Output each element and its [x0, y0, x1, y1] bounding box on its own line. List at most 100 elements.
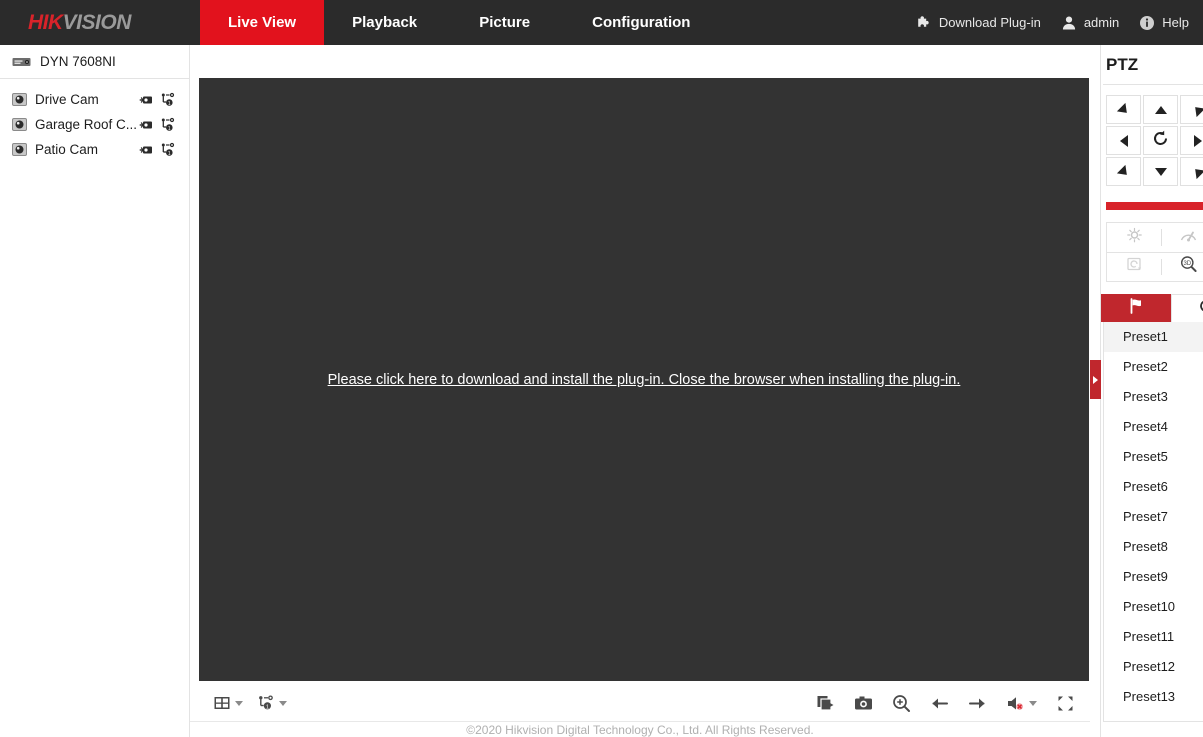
camera-actions: 1: [139, 92, 176, 108]
start-recording-icon[interactable]: [139, 142, 155, 158]
preset-item[interactable]: Preset5: [1104, 442, 1203, 472]
three-d-positioning-icon: 3D: [1179, 255, 1198, 279]
main-nav: Live View Playback Picture Configuration: [200, 0, 718, 45]
pan-left-button[interactable]: [1106, 126, 1141, 155]
arrow-down-icon: [1155, 168, 1167, 176]
light-button[interactable]: [1107, 223, 1161, 252]
arrow-up-icon: [1155, 106, 1167, 114]
chevron-down-icon[interactable]: [279, 701, 287, 706]
arrow-up-right-icon: [1190, 102, 1203, 116]
ptz-panel-collapse-handle[interactable]: [1090, 360, 1101, 399]
pan-down-right-button[interactable]: [1180, 157, 1203, 186]
preset-tab[interactable]: [1101, 294, 1171, 322]
auto-scan-button[interactable]: [1143, 126, 1178, 155]
lens-initialization-icon: [1126, 256, 1143, 278]
capture-snapshot-icon: [854, 694, 873, 713]
preset-item[interactable]: Preset9: [1104, 562, 1203, 592]
hikvision-logo: HIKVISION: [0, 0, 200, 45]
user-name-label: admin: [1084, 15, 1119, 30]
fullscreen-icon: [1056, 694, 1075, 713]
fullscreen-button[interactable]: [1056, 694, 1075, 713]
user-icon: [1061, 15, 1077, 31]
preset-item[interactable]: Preset12: [1104, 652, 1203, 682]
video-display-area[interactable]: Please click here to download and instal…: [199, 78, 1089, 681]
wiper-button[interactable]: [1161, 223, 1203, 252]
ptz-tools-row-1: [1107, 223, 1203, 252]
live-view-page: HIKVISION Live View Playback Picture Con…: [0, 0, 1203, 737]
user-menu-button[interactable]: admin: [1061, 15, 1119, 31]
camera-name-label: Drive Cam: [35, 92, 139, 107]
capture-status-icon[interactable]: 1: [160, 92, 176, 108]
start-recording-icon[interactable]: [139, 117, 155, 133]
chevron-down-icon[interactable]: [1029, 701, 1037, 706]
help-button[interactable]: Help: [1139, 15, 1189, 31]
chevron-down-icon[interactable]: [235, 701, 243, 706]
ptz-speed-slider[interactable]: [1101, 186, 1203, 210]
ptz-divider: [1103, 84, 1203, 85]
stream-type-button[interactable]: 1: [257, 694, 287, 712]
camera-dome-icon: [12, 142, 27, 157]
digital-zoom-button[interactable]: [892, 694, 911, 713]
pan-down-left-button[interactable]: [1106, 157, 1141, 186]
lens-initialization-button[interactable]: [1107, 253, 1161, 281]
preset-item[interactable]: Preset1: [1104, 322, 1203, 352]
audio-mute-button[interactable]: [1006, 694, 1037, 713]
preset-item[interactable]: Preset11: [1104, 622, 1203, 652]
download-plugin-button[interactable]: Download Plug-in: [916, 15, 1041, 31]
pan-up-button[interactable]: [1143, 95, 1178, 124]
start-all-live-view-icon: [816, 694, 835, 713]
tab-live-view[interactable]: Live View: [200, 0, 324, 45]
camera-list: Drive Cam 1 Garage Roof C...: [0, 79, 189, 162]
toolbar-right-group: [816, 694, 1075, 713]
preset-item[interactable]: Preset3: [1104, 382, 1203, 412]
tab-picture[interactable]: Picture: [445, 0, 564, 45]
previous-page-button[interactable]: [930, 694, 949, 713]
camera-item-drive-cam[interactable]: Drive Cam 1: [0, 87, 189, 112]
preset-item[interactable]: Preset13: [1104, 682, 1203, 712]
pan-right-button[interactable]: [1180, 126, 1203, 155]
patrol-tab[interactable]: [1171, 294, 1203, 322]
capture-status-icon[interactable]: 1: [160, 117, 176, 133]
capture-status-icon[interactable]: 1: [160, 142, 176, 158]
three-d-positioning-button[interactable]: 3D: [1161, 253, 1203, 281]
ptz-preset-tabs: [1101, 294, 1203, 322]
preset-item[interactable]: Preset8: [1104, 532, 1203, 562]
next-page-button[interactable]: [968, 694, 987, 713]
help-label: Help: [1162, 15, 1189, 30]
preset-item[interactable]: Preset4: [1104, 412, 1203, 442]
device-node[interactable]: DYN 7608NI: [0, 45, 189, 79]
window-division-button[interactable]: [213, 694, 243, 712]
camera-item-garage-roof-cam[interactable]: Garage Roof C... 1: [0, 112, 189, 137]
header-actions: Download Plug-in admin Help: [916, 0, 1203, 45]
flag-icon: [1127, 297, 1145, 320]
pan-down-button[interactable]: [1143, 157, 1178, 186]
window-division-icon: [213, 694, 231, 712]
tab-playback[interactable]: Playback: [324, 0, 445, 45]
camera-name-label: Garage Roof C...: [35, 117, 139, 132]
footer-copyright: ©2020 Hikvision Digital Technology Co., …: [190, 721, 1090, 737]
pan-up-right-button[interactable]: [1180, 95, 1203, 124]
live-view-main: Please click here to download and instal…: [190, 45, 1090, 737]
slider-track[interactable]: [1106, 202, 1203, 210]
start-recording-icon[interactable]: [139, 92, 155, 108]
svg-text:1: 1: [266, 704, 269, 710]
video-toolbar: 1: [199, 681, 1089, 725]
camera-actions: 1: [139, 142, 176, 158]
camera-dome-icon: [12, 117, 27, 132]
preset-item[interactable]: Preset6: [1104, 472, 1203, 502]
ptz-preset-list[interactable]: Preset1 Preset2 Preset3 Preset4 Preset5 …: [1103, 322, 1203, 722]
start-all-live-view-button[interactable]: [816, 694, 835, 713]
tab-configuration[interactable]: Configuration: [564, 0, 718, 45]
camera-item-patio-cam[interactable]: Patio Cam 1: [0, 137, 189, 162]
ptz-direction-pad: [1101, 95, 1203, 186]
arrow-right-icon: [1194, 135, 1202, 147]
pan-up-left-button[interactable]: [1106, 95, 1141, 124]
preset-item[interactable]: Preset2: [1104, 352, 1203, 382]
svg-text:1: 1: [168, 101, 171, 107]
preset-item[interactable]: Preset7: [1104, 502, 1203, 532]
audio-muted-icon: [1006, 694, 1025, 713]
download-plugin-link[interactable]: Please click here to download and instal…: [328, 372, 961, 388]
preset-item[interactable]: Preset10: [1104, 592, 1203, 622]
device-name-label: DYN 7608NI: [40, 54, 116, 69]
capture-snapshot-button[interactable]: [854, 694, 873, 713]
